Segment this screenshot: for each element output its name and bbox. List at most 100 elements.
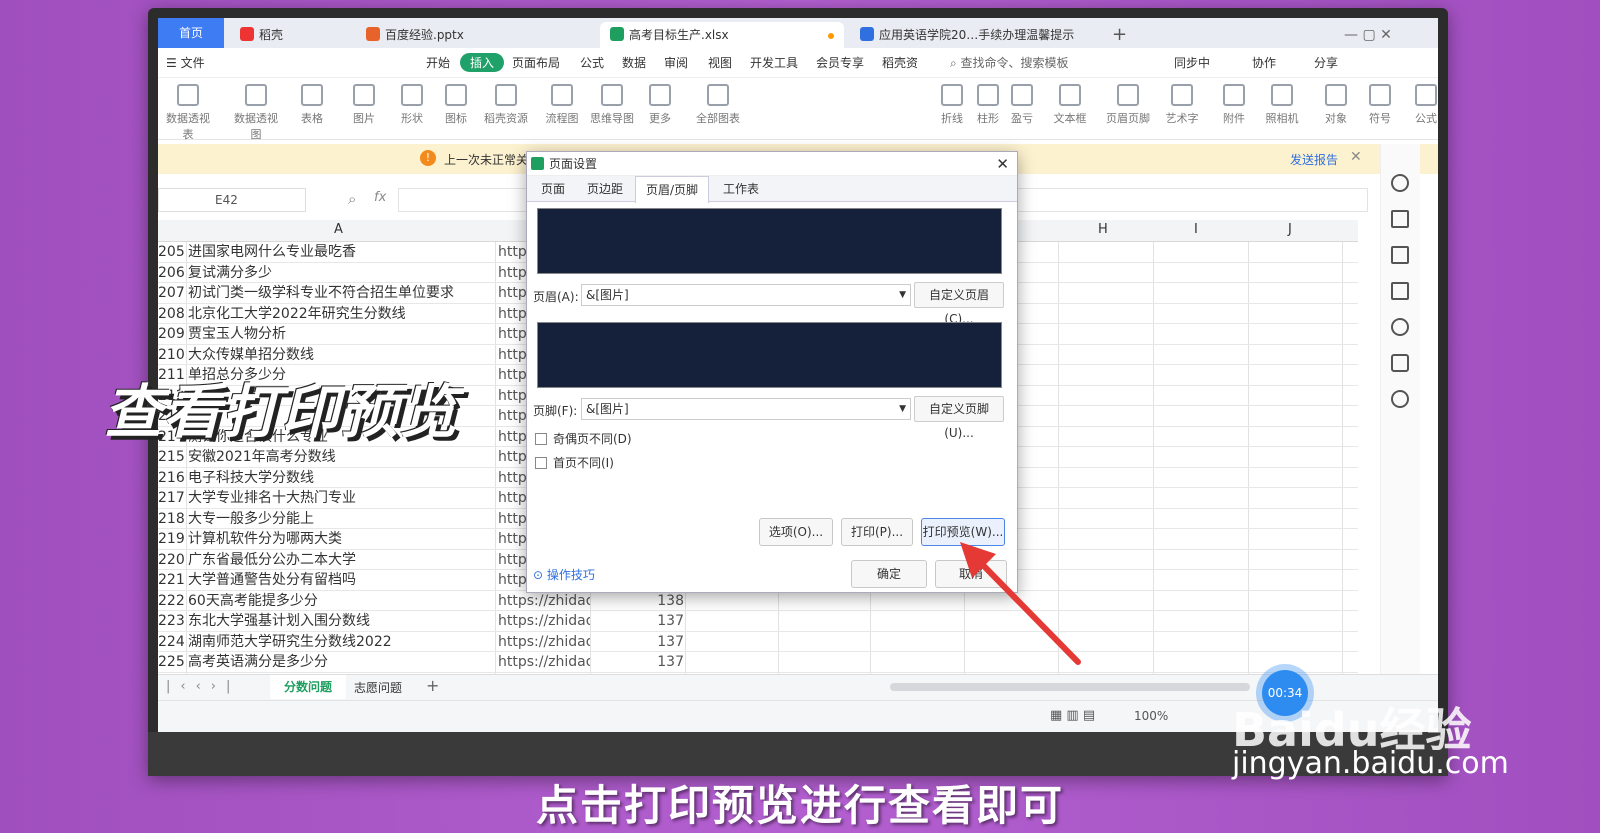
ribbon-btn-0[interactable]: 数据透视表 bbox=[162, 84, 214, 142]
ribbon-btn-20[interactable]: 符号 bbox=[1354, 84, 1406, 126]
table-row[interactable]: 224 湖南师范大学研究生分数线2022 https://zhidao 137 bbox=[158, 632, 1358, 652]
tab-pptx[interactable]: 百度经验.pptx bbox=[356, 22, 596, 48]
menu-data[interactable]: 数据 bbox=[622, 54, 646, 71]
ribbon-btn-16[interactable]: 艺术字 bbox=[1156, 84, 1208, 126]
tab-xlsx[interactable]: 高考目标生产.xlsx bbox=[600, 22, 844, 48]
view-mode-icons[interactable]: ▦ ▥ ▤ bbox=[1050, 708, 1095, 723]
table-row[interactable]: 222 60天高考能提多少分 https://zhidao 138 bbox=[158, 591, 1358, 611]
cell-a[interactable]: 大学专业排名十大热门专业 bbox=[188, 488, 493, 508]
cell-b[interactable]: https://zhidao bbox=[498, 652, 590, 672]
menu-dev[interactable]: 开发工具 bbox=[750, 54, 798, 71]
tab-page[interactable]: 页面 bbox=[541, 180, 565, 197]
tab-doc[interactable]: 应用英语学院20…手续办理温馨提示 bbox=[850, 22, 1096, 48]
sync-button[interactable]: 同步中 bbox=[1174, 54, 1210, 71]
image-tool-icon[interactable] bbox=[1391, 354, 1409, 372]
new-tab-button[interactable]: + bbox=[1102, 22, 1137, 48]
command-search[interactable]: ⌕ 查找命令、搜索模板 bbox=[950, 54, 1069, 71]
transfer-icon[interactable] bbox=[1391, 282, 1409, 300]
ribbon-btn-3[interactable]: 图片 bbox=[338, 84, 390, 126]
cell-a[interactable]: 计算机软件分为哪两大类 bbox=[188, 529, 493, 549]
sheet-tab-volunteer[interactable]: 志愿问题 bbox=[354, 679, 402, 696]
horizontal-scrollbar[interactable] bbox=[890, 683, 1250, 691]
footer-select[interactable]: &[图片] ▼ bbox=[581, 398, 911, 420]
cell-c[interactable]: 137 bbox=[592, 632, 684, 652]
close-notice-icon[interactable]: ✕ bbox=[1350, 149, 1362, 165]
menu-home[interactable]: 开始 bbox=[426, 54, 450, 71]
menu-view[interactable]: 视图 bbox=[708, 54, 732, 71]
ribbon-btn-13[interactable]: 盈亏 bbox=[996, 84, 1048, 126]
cell-b[interactable]: https://zhidao bbox=[498, 591, 590, 611]
cell-a[interactable]: 60天高考能提多少分 bbox=[188, 591, 493, 611]
sheet-nav-arrows[interactable]: |‹‹›| bbox=[166, 679, 240, 694]
rocket-icon[interactable] bbox=[1391, 174, 1409, 192]
cell-a[interactable]: 初试门类一级学科专业不符合招生单位要求 bbox=[188, 283, 493, 303]
ribbon-btn-9[interactable]: 更多 bbox=[634, 84, 686, 126]
add-sheet-button[interactable]: + bbox=[426, 676, 439, 695]
ribbon-btn-15[interactable]: 页眉页脚 bbox=[1102, 84, 1154, 126]
cell-a[interactable]: 广东省最低分公办二本大学 bbox=[188, 550, 493, 570]
ribbon-btn-7[interactable]: 流程图 bbox=[536, 84, 588, 126]
window-controls[interactable]: — ▢ ✕ bbox=[1334, 22, 1402, 48]
custom-footer-button[interactable]: 自定义页脚(U)... bbox=[914, 396, 1004, 440]
help-icon[interactable] bbox=[1391, 318, 1409, 336]
ribbon-btn-10[interactable]: 全部图表 bbox=[692, 84, 744, 126]
cell-a[interactable]: 湖南师范大学研究生分数线2022 bbox=[188, 632, 493, 652]
options-button[interactable]: 选项(O)... bbox=[759, 518, 833, 546]
tab-home[interactable]: 首页 bbox=[158, 18, 224, 48]
ribbon-btn-17[interactable]: 附件 bbox=[1208, 84, 1260, 126]
cell-b[interactable]: https://zhidao bbox=[498, 632, 590, 652]
share-button[interactable]: 分享 bbox=[1314, 54, 1338, 71]
ribbon-btn-18[interactable]: 照相机 bbox=[1256, 84, 1308, 126]
ribbon-btn-1[interactable]: 数据透视图 bbox=[230, 84, 282, 142]
cell-a[interactable]: 高考英语满分是多少分 bbox=[188, 652, 493, 672]
send-report-link[interactable]: 发送报告 bbox=[1290, 151, 1338, 168]
sheet-tab-score[interactable]: 分数问题 bbox=[270, 675, 347, 699]
col-header-j[interactable]: J bbox=[1288, 222, 1292, 237]
ribbon-btn-8[interactable]: 思维导图 bbox=[586, 84, 638, 126]
tab-margins[interactable]: 页边距 bbox=[587, 180, 623, 197]
cell-a[interactable]: 安徽2021年高考分数线 bbox=[188, 447, 493, 467]
cell-a[interactable]: 北京化工大学2022年研究生分数线 bbox=[188, 304, 493, 324]
fx-icon[interactable]: fx bbox=[374, 190, 386, 205]
ribbon-btn-5[interactable]: 图标 bbox=[430, 84, 482, 126]
zoom-formula-icon[interactable]: ⌕ bbox=[348, 190, 356, 208]
name-box[interactable]: E42 bbox=[158, 188, 306, 212]
cell-a[interactable]: 进国家电网什么专业最吃香 bbox=[188, 242, 493, 262]
table-row[interactable]: 223 东北大学强基计划入围分数线 https://zhidao 137 bbox=[158, 611, 1358, 632]
menu-review[interactable]: 审阅 bbox=[664, 54, 688, 71]
cell-a[interactable]: 东北大学强基计划入围分数线 bbox=[188, 611, 493, 631]
settings-slider-icon[interactable] bbox=[1391, 246, 1409, 264]
first-page-checkbox[interactable]: 首页不同(I) bbox=[535, 454, 614, 471]
col-header-i[interactable]: I bbox=[1194, 222, 1198, 237]
tab-docer[interactable]: 稻壳 bbox=[230, 22, 350, 48]
cell-a[interactable]: 贾宝玉人物分析 bbox=[188, 324, 493, 344]
shield-icon[interactable] bbox=[1391, 390, 1409, 408]
col-header-h[interactable]: H bbox=[1098, 222, 1108, 237]
tab-worksheet[interactable]: 工作表 bbox=[723, 180, 759, 197]
cursor-icon[interactable] bbox=[1391, 210, 1409, 228]
table-row[interactable]: 225 高考英语满分是多少分 https://zhidao 137 bbox=[158, 652, 1358, 673]
col-header-a[interactable]: A bbox=[334, 222, 343, 237]
ok-button[interactable]: 确定 bbox=[851, 560, 927, 588]
odd-even-checkbox[interactable]: 奇偶页不同(D) bbox=[535, 430, 632, 447]
menu-file[interactable]: ☰ 文件 bbox=[166, 54, 205, 71]
cell-a[interactable]: 大专一般多少分能上 bbox=[188, 509, 493, 529]
cell-b[interactable]: https://zhidao bbox=[498, 611, 590, 631]
custom-header-button[interactable]: 自定义页眉(C)... bbox=[914, 282, 1004, 326]
collab-button[interactable]: 协作 bbox=[1252, 54, 1276, 71]
cell-c[interactable]: 137 bbox=[592, 611, 684, 631]
cell-a[interactable]: 大众传媒单招分数线 bbox=[188, 345, 493, 365]
menu-insert[interactable]: 插入 bbox=[460, 53, 505, 72]
print-button[interactable]: 打印(P)... bbox=[841, 518, 913, 546]
ribbon-btn-6[interactable]: 稻壳资源 bbox=[480, 84, 532, 126]
tab-header-footer[interactable]: 页眉/页脚 bbox=[635, 176, 710, 203]
tips-link[interactable]: ⊙ 操作技巧 bbox=[533, 566, 595, 583]
close-icon[interactable]: ✕ bbox=[996, 152, 1009, 176]
cell-a[interactable]: 大学普通警告处分有留档吗 bbox=[188, 570, 493, 590]
zoom-level[interactable]: 100% bbox=[1134, 709, 1168, 723]
cell-a[interactable]: 复试满分多少 bbox=[188, 263, 493, 283]
cell-c[interactable]: 138 bbox=[592, 591, 684, 611]
header-select[interactable]: &[图片] ▼ bbox=[581, 284, 911, 306]
ribbon-btn-14[interactable]: 文本框 bbox=[1044, 84, 1096, 126]
ribbon-btn-21[interactable]: 公式 bbox=[1400, 84, 1438, 126]
